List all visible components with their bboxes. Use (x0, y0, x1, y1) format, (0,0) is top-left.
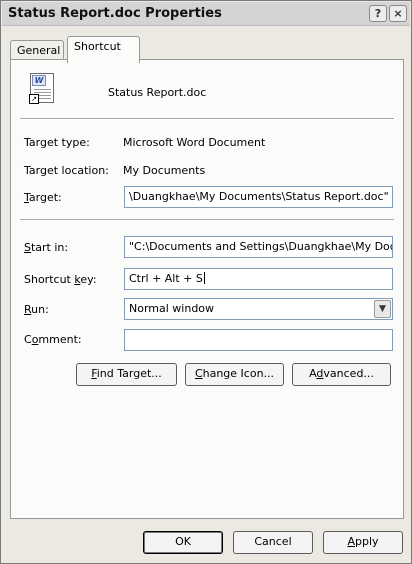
target-location-value: My Documents (123, 164, 206, 177)
shortcut-panel: W ↗ Status Report.doc Target type: Micro… (10, 59, 404, 519)
title-bar[interactable]: Status Report.doc Properties ? × (2, 2, 410, 26)
text-caret (203, 272, 205, 284)
shortcut-key-field[interactable]: Ctrl + Alt + S (124, 268, 393, 290)
run-select-value: Normal window (129, 302, 215, 315)
help-icon[interactable]: ? (369, 5, 387, 22)
file-name: Status Report.doc (108, 86, 207, 99)
window-title: Status Report.doc Properties (8, 6, 222, 21)
shortcut-key-label: Shortcut key: (24, 273, 97, 286)
close-icon[interactable]: × (389, 5, 407, 22)
word-document-shortcut-icon: W ↗ (29, 73, 54, 104)
run-select[interactable]: Normal window ▼ (124, 298, 393, 320)
run-label: Run: (24, 303, 49, 316)
start-in-field[interactable]: "C:\Documents and Settings\Duangkhae\My … (124, 236, 393, 258)
change-icon-button[interactable]: Change Icon... (185, 363, 284, 386)
apply-button[interactable]: Apply (323, 531, 403, 554)
ok-button[interactable]: OK (143, 531, 223, 554)
target-field[interactable]: \Duangkhae\My Documents\Status Report.do… (124, 186, 393, 208)
shortcut-key-value: Ctrl + Alt + S (129, 272, 203, 285)
find-target-button[interactable]: Find Target... (76, 363, 177, 386)
separator (20, 219, 394, 221)
cancel-button[interactable]: Cancel (233, 531, 313, 554)
comment-label: Comment: (24, 333, 82, 346)
target-type-value: Microsoft Word Document (123, 136, 266, 149)
comment-field[interactable] (124, 329, 393, 351)
tab-shortcut[interactable]: Shortcut (67, 36, 140, 63)
target-location-label: Target location: (24, 164, 109, 177)
target-label: Target: (24, 191, 62, 204)
separator (20, 118, 394, 120)
start-in-label: Start in: (24, 241, 69, 254)
chevron-down-icon[interactable]: ▼ (374, 300, 391, 318)
target-type-label: Target type: (24, 136, 90, 149)
properties-dialog: Status Report.doc Properties ? × General… (0, 0, 412, 564)
advanced-button[interactable]: Advanced... (292, 363, 391, 386)
